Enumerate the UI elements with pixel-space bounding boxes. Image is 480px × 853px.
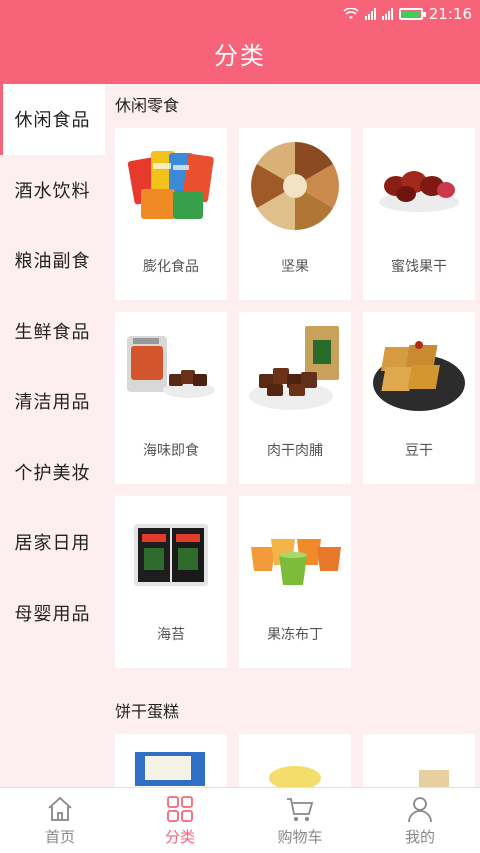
section-title: 休闲零食 <box>115 96 180 115</box>
bottom-tab-bar: 首页 分类 购物车 我的 <box>0 787 480 853</box>
jelly-pudding-image <box>245 506 345 602</box>
category-content: 休闲零食 膨化食品 坚果 蜜饯果干 海味即食 肉干肉脯 豆干 海苔 果冻布丁 饼… <box>105 84 480 787</box>
sidebar-item-snacks[interactable]: 休闲食品 <box>0 84 105 155</box>
jerky-image <box>245 322 345 418</box>
subcategory-card[interactable]: 坚果 <box>239 128 351 300</box>
subcategory-label: 肉干肉脯 <box>267 443 323 459</box>
subcategory-label: 豆干 <box>405 443 433 459</box>
sidebar-item-label: 个护美妆 <box>14 462 91 484</box>
sidebar-item-fresh[interactable]: 生鲜食品 <box>0 296 105 367</box>
sidebar-item-cleaning[interactable]: 清洁用品 <box>0 366 105 437</box>
tab-profile[interactable]: 我的 <box>360 788 480 853</box>
subcategory-card[interactable]: 豆干 <box>363 312 475 484</box>
sidebar-item-label: 粮油副食 <box>14 251 91 273</box>
subcategory-label: 果冻布丁 <box>267 627 323 643</box>
user-icon <box>408 797 432 823</box>
sidebar-item-personal-care[interactable]: 个护美妆 <box>0 437 105 508</box>
subcategory-card[interactable]: 蜜饯果干 <box>363 128 475 300</box>
sidebar-item-label: 居家日用 <box>14 533 91 555</box>
grid-icon <box>167 796 193 822</box>
page-title: 分类 <box>214 42 266 70</box>
section-title: 饼干蛋糕 <box>115 702 180 721</box>
sidebar-item-label: 休闲食品 <box>14 110 91 132</box>
tab-label: 我的 <box>404 828 435 846</box>
status-bar: 21:16 <box>0 0 480 28</box>
tab-home[interactable]: 首页 <box>0 788 120 853</box>
subcategory-card[interactable]: 膨化食品 <box>115 128 227 300</box>
tab-cart[interactable]: 购物车 <box>240 788 360 853</box>
subcategory-card[interactable]: 海味即食 <box>115 312 227 484</box>
subcategory-grid <box>105 734 480 787</box>
nuts-plate-image <box>245 138 345 234</box>
sidebar-item-label: 酒水饮料 <box>14 180 91 202</box>
sidebar-item-label: 清洁用品 <box>14 392 91 414</box>
sidebar-item-label: 生鲜食品 <box>14 321 91 343</box>
snack-bags-image <box>121 138 221 234</box>
subcategory-card[interactable]: 海苔 <box>115 496 227 668</box>
subcategory-label: 海味即食 <box>143 443 199 459</box>
wifi-icon <box>343 8 359 19</box>
seaweed-image <box>121 506 221 602</box>
subcategory-grid: 膨化食品 坚果 蜜饯果干 海味即食 肉干肉脯 豆干 海苔 果冻布丁 <box>105 128 480 668</box>
subcategory-card[interactable]: 果冻布丁 <box>239 496 351 668</box>
seafood-snack-image <box>121 322 221 418</box>
subcategory-card[interactable] <box>239 734 351 787</box>
noodle-snack-image <box>245 758 345 787</box>
battery-icon <box>398 8 426 20</box>
tofu-jerky-image <box>369 322 469 418</box>
sidebar-item-grain-oil[interactable]: 粮油副食 <box>0 225 105 296</box>
home-icon <box>48 796 72 821</box>
subcategory-label: 膨化食品 <box>143 259 199 275</box>
subcategory-card[interactable] <box>363 734 475 787</box>
status-time: 21:16 <box>428 5 472 23</box>
sidebar-item-baby[interactable]: 母婴用品 <box>0 578 105 649</box>
tab-label: 分类 <box>164 828 195 846</box>
cart-icon <box>287 798 314 821</box>
subcategory-label: 海苔 <box>157 627 185 643</box>
cake-image <box>369 762 469 787</box>
category-sidebar: 休闲食品 酒水饮料 粮油副食 生鲜食品 清洁用品 个护美妆 居家日用 母婴用品 <box>0 84 105 787</box>
sidebar-item-label: 母婴用品 <box>14 603 91 625</box>
subcategory-card[interactable]: 肉干肉脯 <box>239 312 351 484</box>
signal-icon <box>364 8 376 20</box>
biscuit-box-image <box>121 746 221 787</box>
status-icons: 21:16 <box>343 5 472 23</box>
sidebar-item-drinks[interactable]: 酒水饮料 <box>0 155 105 226</box>
subcategory-label: 坚果 <box>281 259 309 275</box>
signal-icon-2 <box>381 8 393 20</box>
sidebar-item-household[interactable]: 居家日用 <box>0 507 105 578</box>
dried-fruit-image <box>369 138 469 234</box>
subcategory-card[interactable] <box>115 734 227 787</box>
tab-label: 首页 <box>44 828 75 846</box>
tab-label: 购物车 <box>277 828 323 846</box>
tab-category[interactable]: 分类 <box>120 788 240 853</box>
header-bar: 分类 <box>0 28 480 84</box>
subcategory-label: 蜜饯果干 <box>391 259 447 275</box>
